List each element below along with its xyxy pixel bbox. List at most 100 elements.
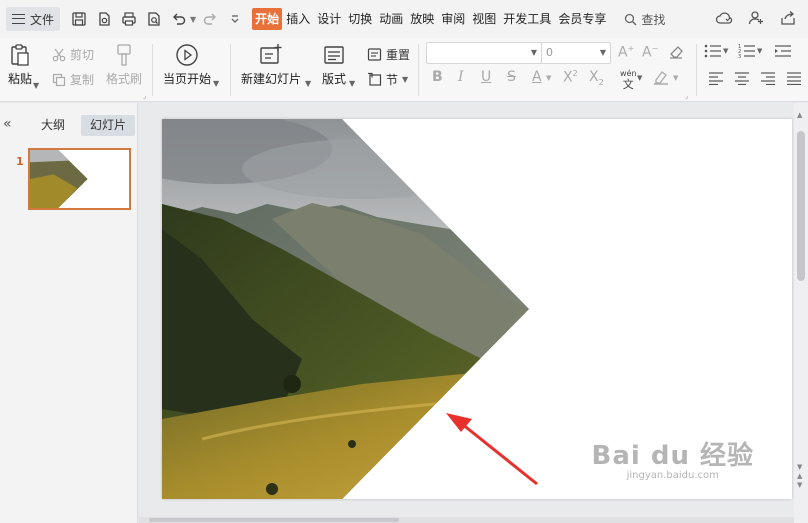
align-center-icon[interactable] xyxy=(734,71,750,89)
play-circle-icon xyxy=(176,44,198,66)
slide-navigation-panel: « 大纲 幻灯片 1 xyxy=(0,103,138,523)
phonetic-guide-icon[interactable]: wén 文 xyxy=(620,68,637,90)
copy-button[interactable]: 复制 xyxy=(52,71,94,88)
layout-dropdown-icon[interactable]: ▼ xyxy=(349,79,355,88)
print-preview-icon[interactable] xyxy=(143,8,165,30)
new-slide-button[interactable]: 新建幻灯片 xyxy=(241,43,301,87)
cut-button[interactable]: 剪切 xyxy=(52,46,94,63)
tab-view[interactable]: 视图 xyxy=(469,8,499,30)
file-menu-label: 文件 xyxy=(30,12,55,27)
tab-transitions[interactable]: 切换 xyxy=(345,8,375,30)
tab-member[interactable]: 会员专享 xyxy=(555,8,609,30)
vertical-scrollbar[interactable]: ▲ ▼ ▲ ▼ xyxy=(794,103,808,523)
paste-label: 粘贴 xyxy=(8,72,33,86)
new-slide-dropdown-icon[interactable]: ▼ xyxy=(305,79,311,88)
tab-animations[interactable]: 动画 xyxy=(376,8,406,30)
reset-label: 重置 xyxy=(386,48,411,62)
justify-icon[interactable] xyxy=(786,71,802,89)
section-dropdown-icon[interactable]: ▼ xyxy=(402,75,408,84)
vertical-scroll-thumb[interactable] xyxy=(797,131,805,281)
chevron-down-icon: ▼ xyxy=(530,48,537,57)
superscript-icon[interactable]: X2 xyxy=(563,69,578,86)
reset-icon xyxy=(367,48,382,61)
tab-insert[interactable]: 插入 xyxy=(283,8,313,30)
numbered-list-icon[interactable]: 123 xyxy=(738,44,756,62)
reset-button[interactable]: 重置 xyxy=(367,46,410,63)
play-from-current-button[interactable]: 当页开始 xyxy=(163,43,211,87)
tab-outline[interactable]: 大纲 xyxy=(32,115,74,136)
slide-number: 1 xyxy=(16,155,24,168)
search-button[interactable]: 查找 xyxy=(624,11,665,28)
highlight-dropdown-icon[interactable]: ▼ xyxy=(673,74,678,82)
text-shadow-dropdown-icon[interactable]: ▼ xyxy=(546,74,551,82)
tab-design[interactable]: 设计 xyxy=(314,8,344,30)
slide-canvas[interactable]: Bai du 经验 jingyan.baidu.com xyxy=(162,119,792,499)
file-menu-button[interactable]: 文件 xyxy=(6,7,61,31)
slide-thumbnail-image xyxy=(30,150,88,208)
new-slide-icon xyxy=(260,44,282,64)
undo-dropdown-icon[interactable]: ▼ xyxy=(190,15,196,24)
export-pdf-icon[interactable] xyxy=(93,8,115,30)
format-painter-button[interactable]: 格式刷 xyxy=(106,43,142,87)
subscript-icon[interactable]: X2 xyxy=(589,69,604,87)
font-size-value: 0 xyxy=(546,46,553,59)
tab-home[interactable]: 开始 xyxy=(252,8,283,30)
increase-font-size-icon[interactable]: A+ xyxy=(618,44,634,61)
clipboard-group-expander[interactable]: ⌟ xyxy=(143,92,146,100)
font-size-select[interactable]: 0 ▼ xyxy=(541,42,611,64)
bold-icon[interactable]: B xyxy=(432,69,443,85)
share-icon[interactable] xyxy=(778,8,798,28)
horizontal-scroll-thumb[interactable] xyxy=(149,518,399,522)
ribbon-separator xyxy=(230,44,231,96)
numbering-dropdown-icon[interactable]: ▼ xyxy=(757,47,762,55)
underline-icon[interactable]: U xyxy=(481,69,491,85)
save-icon[interactable] xyxy=(68,8,90,30)
layout-label: 版式 xyxy=(322,72,347,86)
highlight-icon[interactable] xyxy=(652,69,670,89)
print-icon[interactable] xyxy=(118,8,140,30)
italic-icon[interactable]: I xyxy=(458,69,464,85)
undo-icon[interactable] xyxy=(168,8,190,30)
bullet-dropdown-icon[interactable]: ▼ xyxy=(723,47,728,55)
paste-button[interactable]: 粘贴 xyxy=(8,43,32,87)
play-dropdown-icon[interactable]: ▼ xyxy=(213,79,219,88)
paste-icon xyxy=(11,44,29,66)
tab-slideshow[interactable]: 放映 xyxy=(407,8,437,30)
bullet-list-icon[interactable] xyxy=(704,44,722,62)
section-button[interactable]: 节 ▼ xyxy=(367,71,408,88)
phonetic-dropdown-icon[interactable]: ▼ xyxy=(637,74,642,82)
layout-button[interactable]: 版式 xyxy=(322,43,346,87)
tab-slides[interactable]: 幻灯片 xyxy=(81,115,136,136)
ribbon-separator xyxy=(152,44,153,96)
slide-editing-area: Bai du 经验 jingyan.baidu.com ▲ ▼ ▲ ▼ xyxy=(139,103,808,523)
scroll-down-icon[interactable]: ▼ ▲ ▼ xyxy=(797,463,802,490)
menu-bar: 文件 ▼ 开始 插入 设计 切换 动画 放映 审阅 视图 开发工具 会员专享 查… xyxy=(0,0,808,38)
align-right-icon[interactable] xyxy=(760,71,776,89)
align-left-icon[interactable] xyxy=(708,71,724,89)
customize-toolbar-icon[interactable] xyxy=(224,8,246,30)
tab-review[interactable]: 审阅 xyxy=(438,8,468,30)
text-shadow-icon[interactable]: A xyxy=(532,69,542,85)
collapse-panel-icon[interactable]: « xyxy=(3,116,12,132)
strikethrough-icon[interactable]: S xyxy=(507,69,516,85)
font-group-expander[interactable]: ⌟ xyxy=(685,92,688,100)
font-family-select[interactable]: ▼ xyxy=(426,42,542,64)
cloud-sync-icon[interactable] xyxy=(714,8,734,28)
tab-developer[interactable]: 开发工具 xyxy=(500,8,554,30)
indent-icon[interactable] xyxy=(774,44,792,62)
home-ribbon: 粘贴 ▼ 剪切 复制 格式刷 ⌟ 当页开始 ▼ 新建幻灯片 ▼ 版式 ▼ 重置 … xyxy=(0,38,808,102)
hamburger-icon xyxy=(12,14,25,24)
menu-tabs: 开始 插入 设计 切换 动画 放映 审阅 视图 开发工具 会员专享 xyxy=(252,0,610,38)
redo-icon[interactable] xyxy=(199,8,221,30)
decrease-font-size-icon[interactable]: A− xyxy=(642,44,658,61)
slide-thumbnail[interactable] xyxy=(28,148,131,210)
scroll-up-icon[interactable]: ▲ xyxy=(797,111,802,119)
clear-format-icon[interactable] xyxy=(668,44,684,64)
play-from-current-label: 当页开始 xyxy=(163,72,212,86)
wps-presentation-window: 文件 ▼ 开始 插入 设计 切换 动画 放映 审阅 视图 开发工具 会员专享 查… xyxy=(0,0,808,523)
format-painter-label: 格式刷 xyxy=(106,72,143,86)
paste-dropdown-icon[interactable]: ▼ xyxy=(33,81,39,90)
copy-label: 复制 xyxy=(70,73,95,87)
add-collaborator-icon[interactable] xyxy=(746,8,766,28)
horizontal-scrollbar[interactable] xyxy=(139,517,794,523)
